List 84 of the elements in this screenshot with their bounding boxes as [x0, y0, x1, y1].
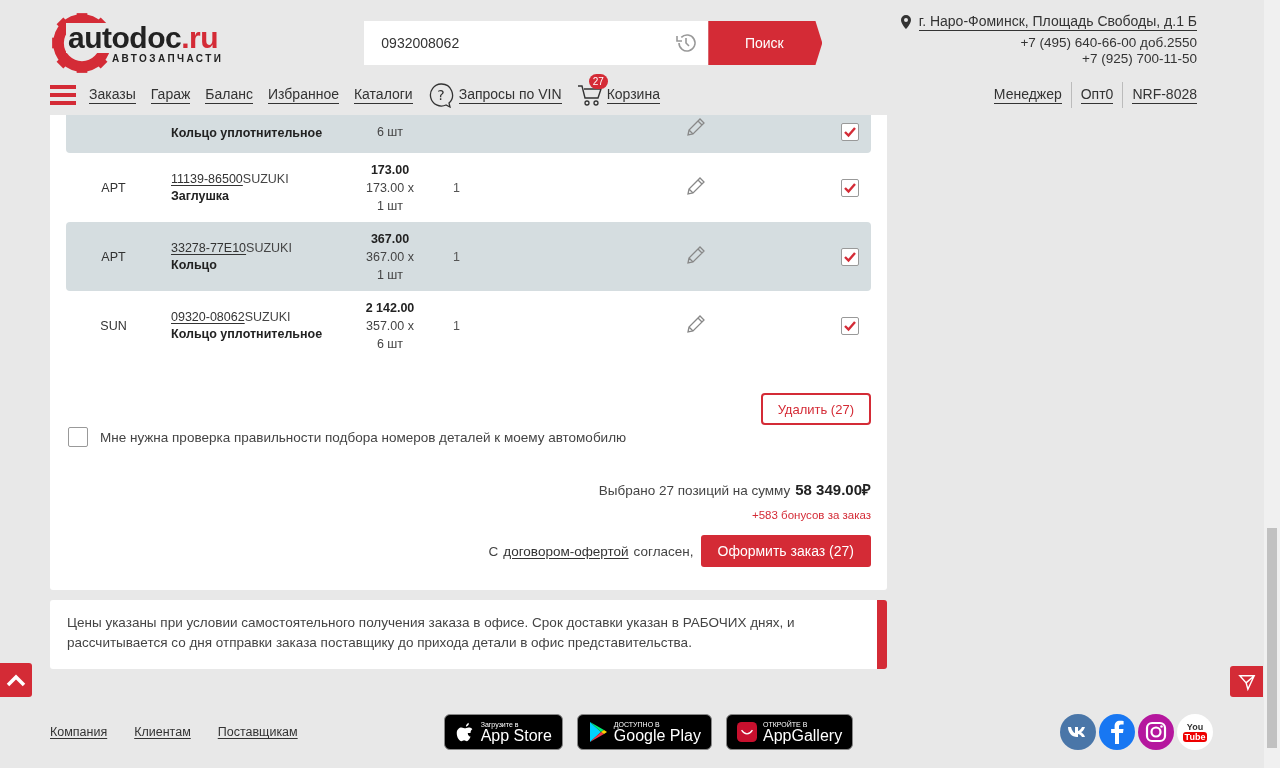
nav-link[interactable]: Каталоги — [353, 86, 413, 104]
checkout-button[interactable]: Оформить заказ (27) — [700, 535, 871, 567]
offer-link[interactable]: договором-офертой — [503, 543, 629, 559]
notice-text: Цены указаны при условии самостоятельного получения заказа в офисе. Срок доставки указан в РАБОЧИХ днях, и рассчитывается со дня отправки заказа поставщику до прихода детали в офис представительства. — [67, 615, 795, 650]
agreement-text: согласен, — [633, 543, 694, 559]
footer-link[interactable]: Клиентам — [134, 725, 191, 739]
account-link[interactable]: Менеджер — [993, 86, 1062, 104]
menu-icon[interactable] — [50, 85, 76, 105]
brand-text: APT — [101, 249, 126, 264]
phone-number: +7 (925) 700-11-50 — [1082, 51, 1197, 67]
nav-link[interactable]: Корзина — [606, 86, 660, 104]
history-icon[interactable] — [674, 31, 699, 55]
nav-link[interactable]: Запросы по VIN — [458, 86, 562, 104]
days-text: 1 — [453, 249, 460, 264]
quantity-text: 1 шт — [376, 197, 404, 215]
part-number-link[interactable]: 11139-86500 — [171, 171, 243, 186]
app-gallery-icon — [737, 721, 757, 743]
unit-price: 173.00 x — [366, 179, 414, 197]
youtube-icon[interactable]: You Tube — [1177, 714, 1213, 750]
logo[interactable]: autodoc.ru АВТОЗАПЧАСТИ — [50, 10, 224, 76]
send-icon — [1237, 672, 1256, 691]
logo-tagline: АВТОЗАПЧАСТИ — [112, 52, 224, 64]
summary-amount: 58 349.00₽ — [795, 481, 871, 498]
part-name: Кольцо — [171, 256, 218, 273]
account-link[interactable]: Опт0 — [1080, 86, 1114, 104]
row-checkbox[interactable] — [841, 178, 859, 197]
unit-price: 357.00 x — [366, 317, 414, 335]
part-number-link[interactable]: 09320-08062 — [171, 309, 245, 324]
cart-icon[interactable] — [576, 83, 603, 107]
pencil-icon[interactable] — [685, 175, 707, 197]
nav-link[interactable]: Заказы — [89, 86, 136, 104]
delete-button[interactable]: Удалить (27) — [760, 393, 871, 425]
chevron-up-icon — [6, 673, 26, 687]
pencil-icon[interactable] — [685, 244, 707, 266]
search-input[interactable]: 0932008062 — [379, 22, 675, 64]
part-name: Кольцо уплотнительное — [171, 125, 324, 141]
maker-text: SUZUKI — [244, 309, 291, 324]
search-button[interactable]: Поиск — [708, 21, 823, 65]
account-link[interactable]: NRF-8028 — [1132, 86, 1197, 104]
address-link[interactable]: г. Наро-Фоминск, Площадь Свободы, д.1 Б — [918, 13, 1197, 31]
location-pin-icon — [900, 15, 911, 29]
instagram-icon[interactable] — [1138, 714, 1174, 750]
question-icon[interactable]: ? — [427, 82, 454, 108]
brand-text: APT — [101, 180, 126, 195]
quantity-text: 6 шт — [376, 124, 404, 141]
nav-link[interactable]: Баланс — [205, 86, 253, 104]
total-price: 173.00 — [370, 161, 410, 179]
part-number-link[interactable]: 33278-77E10 — [171, 240, 247, 255]
verify-label: Мне нужна проверка правильности подбора номеров деталей к моему автомобилю — [100, 429, 627, 445]
apple-icon — [454, 721, 475, 743]
scrollbar[interactable] — [1264, 0, 1280, 768]
scroll-to-top-button[interactable] — [0, 663, 32, 697]
quantity-text: 1 шт — [376, 266, 404, 284]
days-text: 1 — [453, 180, 460, 195]
row-checkbox[interactable] — [841, 123, 859, 141]
quantity-text: 6 шт — [376, 335, 404, 353]
vk-icon[interactable] — [1060, 714, 1096, 750]
brand-text: SUN — [100, 318, 127, 333]
part-name: Кольцо уплотнительное — [171, 325, 324, 342]
days-text: 1 — [453, 318, 460, 333]
maker-text: SUZUKI — [242, 171, 289, 186]
nav-link[interactable]: Гараж — [150, 86, 191, 104]
phone-number: +7 (495) 640-66-00 доб.2550 — [1020, 35, 1197, 51]
footer-link[interactable]: Поставщикам — [217, 725, 298, 739]
feedback-button[interactable] — [1230, 666, 1263, 697]
row-checkbox[interactable] — [841, 316, 859, 335]
pencil-icon[interactable] — [685, 313, 707, 335]
pencil-icon[interactable] — [685, 116, 707, 138]
part-name: Заглушка — [171, 187, 231, 204]
maker-text: SUZUKI — [246, 240, 292, 255]
bonus-text: +583 бонусов за заказ — [752, 509, 871, 521]
play-icon — [587, 721, 608, 743]
facebook-icon[interactable] — [1099, 714, 1135, 750]
total-price: 367.00 — [370, 230, 410, 248]
total-price: 2 142.00 — [365, 299, 415, 317]
nav-link[interactable]: Избранное — [268, 86, 339, 104]
row-checkbox[interactable] — [841, 247, 859, 266]
unit-price: 367.00 x — [366, 248, 414, 266]
verify-checkbox[interactable] — [68, 427, 88, 447]
summary-text: Выбрано 27 позиций на сумму — [598, 483, 791, 498]
agreement-text: С — [488, 543, 499, 559]
cart-count-badge: 27 — [588, 74, 608, 89]
search-field[interactable]: 0932008062 — [364, 21, 709, 65]
footer-link[interactable]: Компания — [50, 725, 108, 739]
